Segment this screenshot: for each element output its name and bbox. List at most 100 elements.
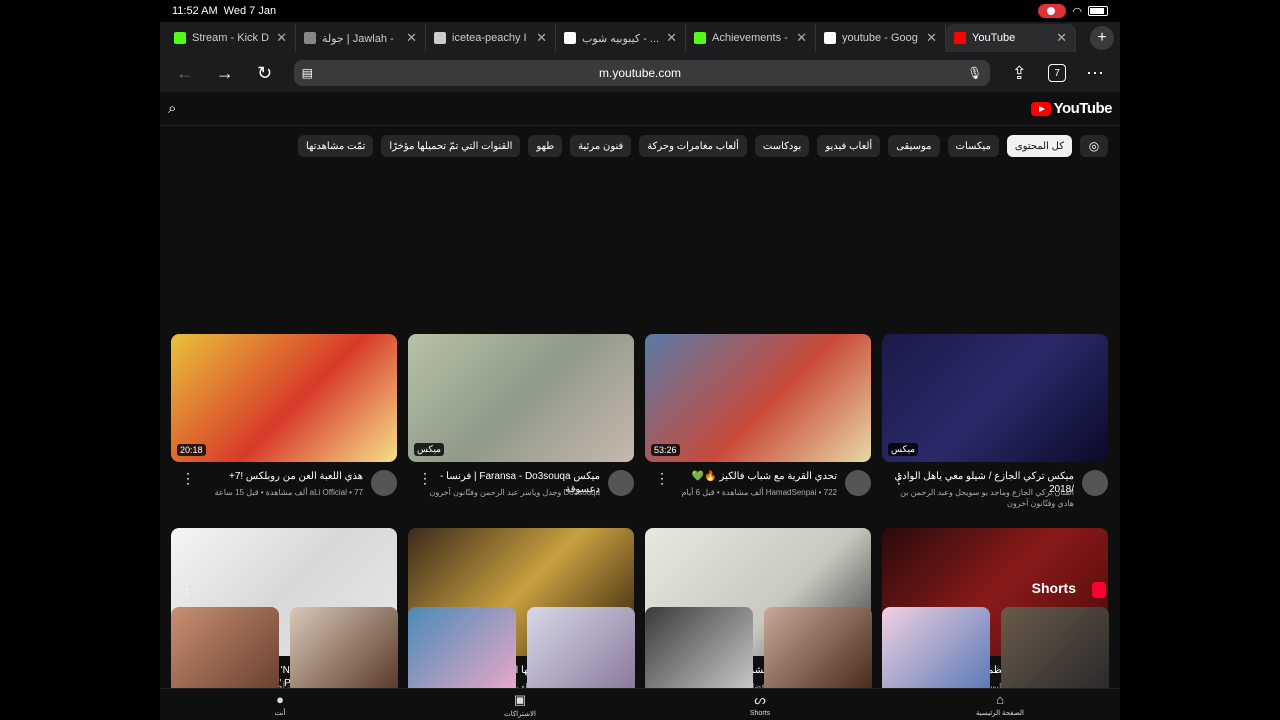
browser-tab[interactable]: Stream - Kick D ✕ <box>166 24 296 52</box>
browser-tab[interactable]: كيبوبيه شوب - ... ✕ <box>556 24 686 52</box>
nav-shorts[interactable]: ᔕ Shorts <box>640 689 880 720</box>
shorts-header: ⋮ Shorts <box>160 578 1120 600</box>
nav-you[interactable]: ● أنت <box>160 689 400 720</box>
chip[interactable]: موسيقى <box>888 135 940 157</box>
video-metadata: HamadSenpai • 722 ألف مشاهدة • قبل 6 أيا… <box>681 488 837 497</box>
short-thumbnail[interactable] <box>1000 607 1109 689</box>
status-bar: 11:52 AM Wed 7 Jan ◠ <box>160 0 1120 22</box>
new-tab-button[interactable]: + <box>1090 26 1114 50</box>
shorts-menu-icon[interactable]: ⋮ <box>180 580 194 597</box>
tab-favicon-icon <box>304 32 316 44</box>
short-thumbnail[interactable] <box>289 607 398 689</box>
video-card[interactable]: 53:26 ⋮ تحدي القرية مع شباب فالكيز 🔥💚 Hamad… <box>645 334 871 526</box>
chip[interactable]: ألعاب فيديو <box>817 135 881 157</box>
channel-avatar[interactable] <box>371 470 397 496</box>
video-thumbnail[interactable]: 53:26 <box>645 334 871 462</box>
video-title[interactable]: هذي اللعبة العن من روبلكس !7+ <box>183 470 363 483</box>
close-icon[interactable]: ✕ <box>536 30 547 46</box>
tab-favicon-icon <box>434 32 446 44</box>
chip-all[interactable]: كل المحتوى <box>1006 135 1072 157</box>
channel-avatar[interactable] <box>608 470 634 496</box>
short-thumbnail[interactable] <box>763 607 872 689</box>
browser-tab[interactable]: Achievements - ✕ <box>686 24 816 52</box>
chip[interactable]: القنوات التي تمّ تحميلها مؤخرًا <box>381 135 521 157</box>
chip[interactable]: ألعاب مغامرات وحركة <box>639 135 747 157</box>
home-icon: ⌂ <box>996 692 1004 707</box>
status-date: Wed 7 Jan <box>223 5 277 17</box>
search-icon[interactable]: ⌕ <box>168 100 176 117</box>
chip[interactable]: فنون مرئية <box>570 135 632 157</box>
share-icon[interactable]: ⇪ <box>1008 63 1030 84</box>
avatar: ● <box>276 692 284 707</box>
short-thumbnail[interactable] <box>526 607 635 689</box>
youtube-logo[interactable]: YouTube <box>1030 100 1113 117</box>
close-icon[interactable]: ✕ <box>276 30 287 46</box>
close-icon[interactable]: ✕ <box>406 30 417 46</box>
video-metadata: Do3souqa وجدل وياسر عبد الرحمن وفنّانون … <box>429 488 601 497</box>
close-icon[interactable]: ✕ <box>926 30 937 46</box>
short-thumbnail[interactable] <box>645 607 753 689</box>
tab-strip: Stream - Kick D ✕ جولة | Jawlah - ✕ icetea… <box>160 22 1120 54</box>
chip[interactable]: طهو <box>528 135 563 157</box>
tab-count-button[interactable]: 7 <box>1048 64 1067 82</box>
record-icon <box>1038 4 1067 18</box>
video-thumbnail[interactable]: ميكس <box>882 334 1108 462</box>
short-thumbnail[interactable] <box>171 607 279 689</box>
video-metadata: الفنان تركي الجازع وماجد بو سويحل وعبد ا… <box>900 488 1074 508</box>
duration-badge: 20:18 <box>177 444 206 456</box>
youtube-play-icon <box>1030 101 1051 116</box>
bottom-nav: ⌂ الصفحة الرئيسية ᔕ Shorts ▣ الاشتراكات ● أن… <box>160 688 1120 720</box>
url-bar[interactable]: ▤ m.youtube.com 🎙 <box>293 60 991 86</box>
youtube-header: ⌕ YouTube <box>160 92 1120 126</box>
short-thumbnail[interactable] <box>408 607 516 689</box>
status-time: 11:52 AM <box>172 5 218 17</box>
chip-bar: ◎ كل المحتوى ميكسات موسيقى ألعاب فيديو ب… <box>160 128 1120 164</box>
chip[interactable]: تمّت مشاهدتها <box>297 135 374 157</box>
app-frame: 11:52 AM Wed 7 Jan ◠ Stream - Kick D ✕ جو… <box>160 0 1120 720</box>
battery-icon <box>1088 6 1108 16</box>
nav-subscriptions[interactable]: ▣ الاشتراكات <box>400 689 640 720</box>
tab-favicon-icon <box>174 32 186 44</box>
shorts-logo-icon <box>1092 582 1106 598</box>
browser-tab[interactable]: جولة | Jawlah - ✕ <box>296 24 426 52</box>
video-thumbnail[interactable]: ميكس <box>408 334 634 462</box>
tab-favicon-icon <box>824 32 836 44</box>
wifi-icon: ◠ <box>1072 5 1082 18</box>
explore-icon[interactable]: ◎ <box>1080 135 1108 157</box>
nav-home[interactable]: ⌂ الصفحة الرئيسية <box>880 689 1120 720</box>
chip[interactable]: بودكاست <box>754 135 810 157</box>
video-title[interactable]: تحدي القرية مع شباب فالكيز 🔥💚 <box>657 470 837 483</box>
browser-tab[interactable]: icetea-peachy I ✕ <box>426 24 556 52</box>
video-card[interactable]: 20:18 ⋮ هذي اللعبة العن من روبلكس !7+ aLi O… <box>171 334 397 526</box>
video-card[interactable]: ميكس ⋮ ميكس تركي الجازع / شيلو معي ياهل ال… <box>882 334 1108 526</box>
short-thumbnail[interactable] <box>882 607 990 689</box>
channel-avatar[interactable] <box>1082 470 1108 496</box>
shorts-title: Shorts <box>1031 580 1076 596</box>
close-icon[interactable]: ✕ <box>666 30 677 46</box>
tab-favicon-icon <box>694 32 706 44</box>
reload-icon[interactable]: ↻ <box>254 63 276 84</box>
close-icon[interactable]: ✕ <box>1056 30 1067 46</box>
back-icon[interactable]: ← <box>174 63 196 84</box>
address-toolbar: ← → ↻ ▤ m.youtube.com 🎙 ⇪ 7 ⋯ <box>160 54 1120 92</box>
chip[interactable]: ميكسات <box>947 135 999 157</box>
video-thumbnail[interactable]: 20:18 <box>171 334 397 462</box>
forward-icon[interactable]: → <box>214 63 236 84</box>
url-text: m.youtube.com <box>599 66 682 80</box>
duration-badge: ميكس <box>414 443 444 456</box>
duration-badge: 53:26 <box>651 444 680 456</box>
translate-icon[interactable]: ▤ <box>302 66 313 80</box>
microphone-icon[interactable]: 🎙 <box>967 66 982 80</box>
duration-badge: ميكس <box>888 443 918 456</box>
tab-favicon-icon <box>954 32 966 44</box>
channel-avatar[interactable] <box>845 470 871 496</box>
video-metadata: aLi Official • 77 ألف مشاهدة • قبل 15 سا… <box>214 488 363 497</box>
close-icon[interactable]: ✕ <box>796 30 807 46</box>
shorts-icon: ᔕ <box>754 692 766 707</box>
subscriptions-icon: ▣ <box>513 691 527 707</box>
browser-tab-active[interactable]: YouTube ✕ <box>946 24 1076 52</box>
more-menu-icon[interactable]: ⋯ <box>1084 63 1106 84</box>
video-card[interactable]: ميكس ⋮ ميكس Faransa - Do3souqa | فرنسا - د… <box>408 334 634 526</box>
browser-tab[interactable]: youtube - Goog ✕ <box>816 24 946 52</box>
tab-favicon-icon <box>564 32 576 44</box>
